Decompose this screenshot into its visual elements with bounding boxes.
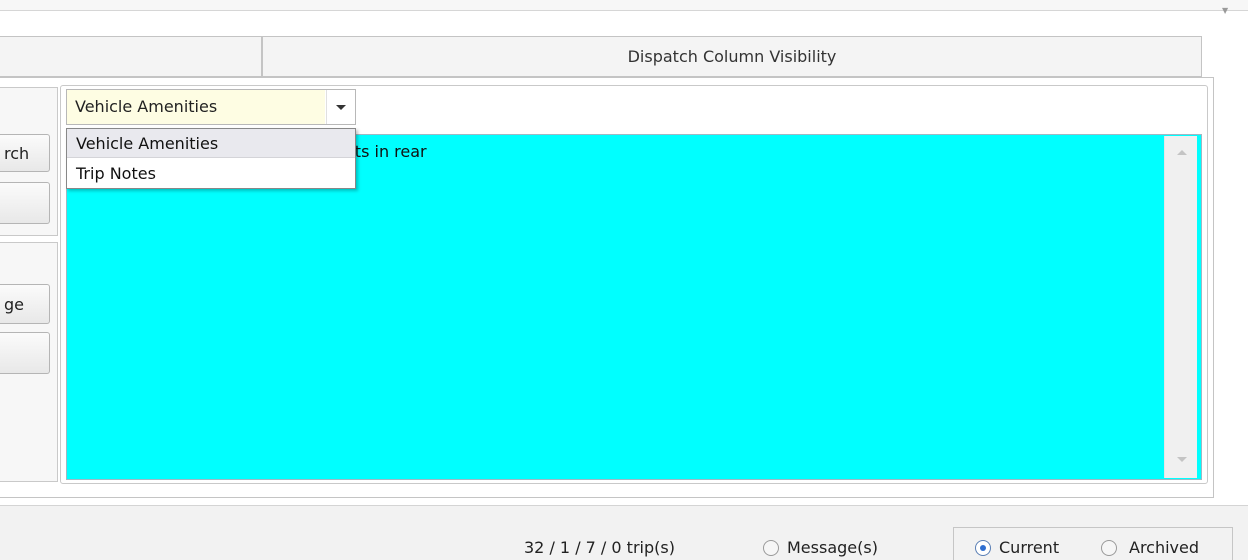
left-button-2[interactable] (0, 182, 50, 224)
notes-type-dropdown-list: Vehicle Amenities Trip Notes (66, 128, 356, 189)
trip-count-text: 32 / 1 / 7 / 0 trip(s) (524, 538, 675, 557)
dropdown-option-vehicle-amenities[interactable]: Vehicle Amenities (67, 129, 355, 158)
chevron-down-icon (336, 104, 346, 110)
archived-label: Archived (1129, 538, 1200, 557)
tab-left[interactable] (0, 36, 262, 77)
search-button[interactable]: rch (0, 134, 50, 172)
tab-dispatch-column-visibility[interactable]: Dispatch Column Visibility (262, 36, 1202, 77)
group-separator (0, 235, 58, 243)
scroll-down-arrow-icon[interactable]: ▼ (1222, 7, 1230, 15)
memo-text: ats in rear (345, 142, 427, 161)
dropdown-option-trip-notes[interactable]: Trip Notes (67, 159, 355, 188)
message-radio[interactable] (763, 540, 779, 556)
current-label: Current (999, 538, 1060, 557)
top-strip (0, 0, 1248, 10)
scroll-down-icon[interactable] (1177, 457, 1187, 462)
combobox-selected-value[interactable]: Vehicle Amenities (67, 90, 325, 124)
left-button-4[interactable] (0, 332, 50, 374)
memo-scrollbar[interactable] (1164, 136, 1197, 478)
message-label: Message(s) (787, 538, 878, 557)
current-radio[interactable] (975, 540, 991, 556)
scroll-up-icon[interactable] (1177, 150, 1187, 155)
archived-radio[interactable] (1101, 540, 1117, 556)
message-button[interactable]: ge (0, 284, 50, 324)
combobox-dropdown-button[interactable] (326, 90, 355, 124)
